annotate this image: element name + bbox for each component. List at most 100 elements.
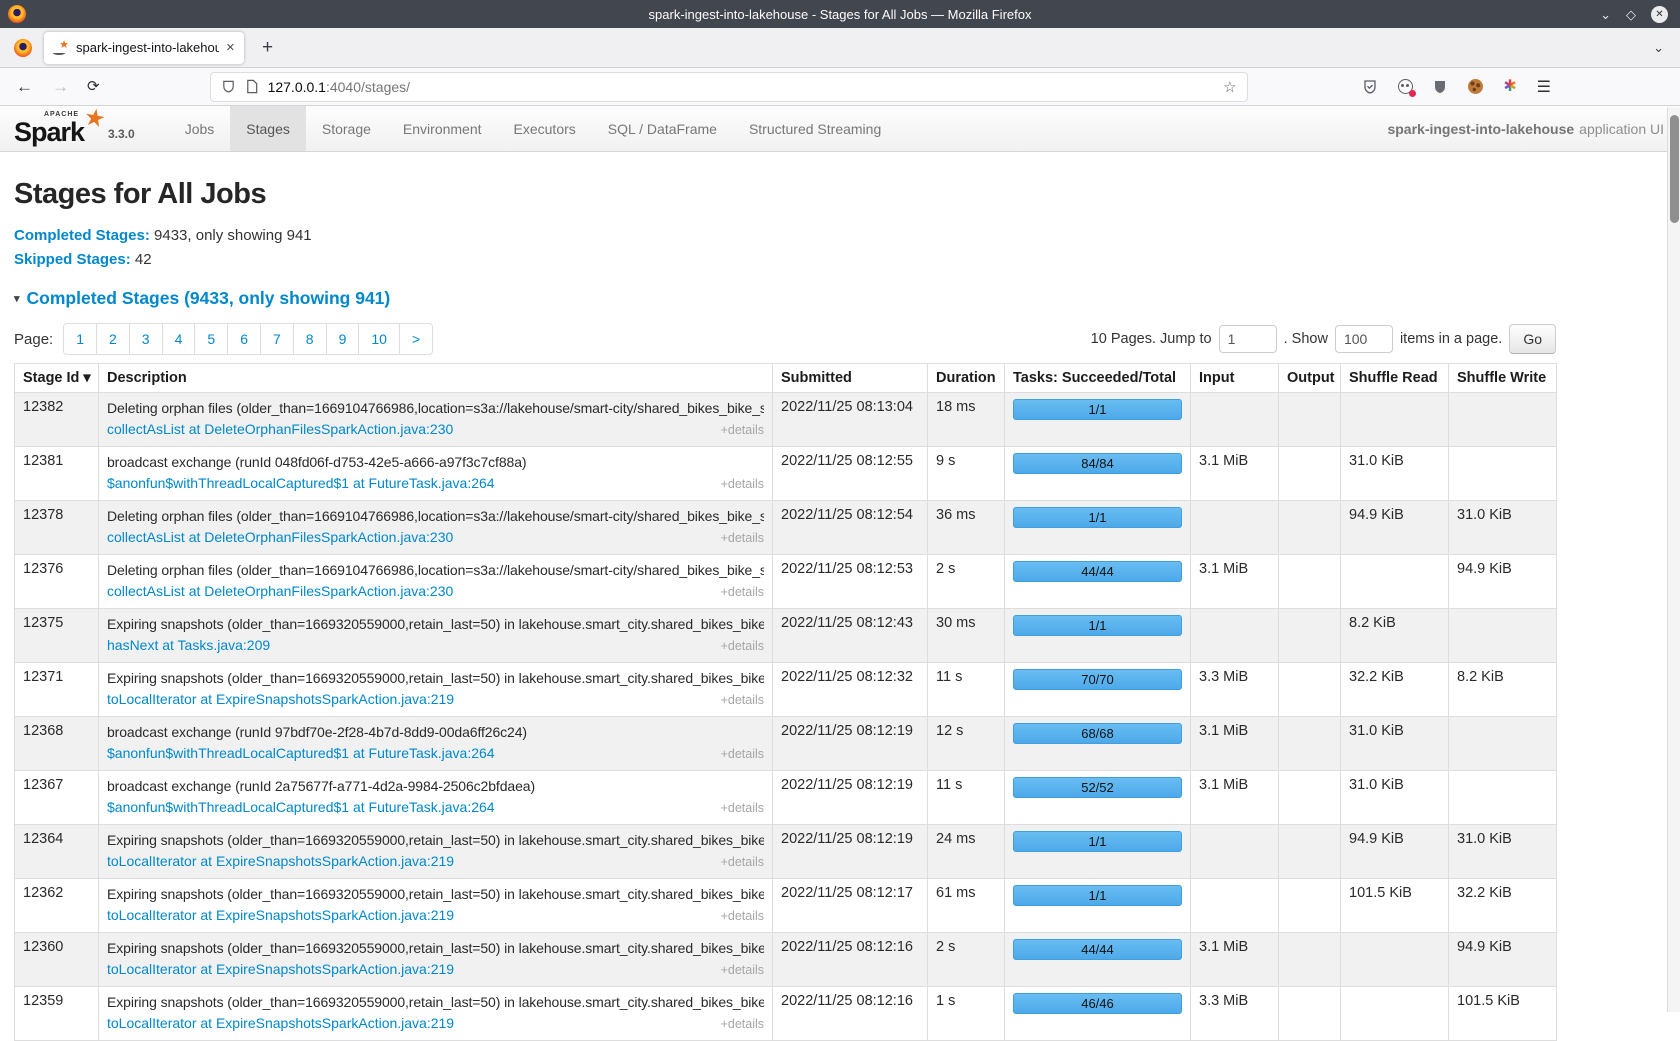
details-toggle[interactable]: +details xyxy=(721,474,764,494)
column-header-5[interactable]: Input xyxy=(1191,364,1279,393)
details-toggle[interactable]: +details xyxy=(721,420,764,440)
forward-button[interactable]: → xyxy=(52,78,69,95)
privacy-shield-check-icon[interactable] xyxy=(1362,78,1379,95)
ublock-shield-icon[interactable] xyxy=(1432,78,1449,95)
stage-detail-link[interactable]: toLocalIterator at ExpireSnapshotsSparkA… xyxy=(107,689,454,709)
cookie-extension-icon[interactable] xyxy=(1467,78,1484,95)
page-button-5[interactable]: 5 xyxy=(194,323,228,355)
page-button-7[interactable]: 7 xyxy=(260,323,294,355)
column-header-1[interactable]: Description xyxy=(99,364,773,393)
details-toggle[interactable]: +details xyxy=(721,744,764,764)
input-cell xyxy=(1191,393,1279,447)
skipped-stages-link[interactable]: Skipped Stages: xyxy=(14,251,131,268)
details-toggle[interactable]: +details xyxy=(721,636,764,656)
tab-overflow-chevron-icon[interactable]: ⌄ xyxy=(1653,40,1664,56)
menu-icon[interactable]: ☰ xyxy=(1537,77,1551,97)
nav-tab-storage[interactable]: Storage xyxy=(306,106,387,151)
window-close-button[interactable]: ✕ xyxy=(1651,6,1668,23)
nav-tab-sql-dataframe[interactable]: SQL / DataFrame xyxy=(592,106,733,151)
nav-tab-structured-streaming[interactable]: Structured Streaming xyxy=(733,106,897,151)
output-cell xyxy=(1279,717,1341,771)
jump-to-page-input[interactable] xyxy=(1219,325,1277,353)
items-label: items in a page. xyxy=(1400,331,1502,347)
stage-detail-link[interactable]: $anonfun$withThreadLocalCaptured$1 at Fu… xyxy=(107,743,495,763)
url-bar[interactable]: 127.0.0.1:4040/stages/ ☆ xyxy=(210,72,1248,102)
tasks-cell: 1/1 xyxy=(1005,879,1191,933)
tasks-cell: 44/44 xyxy=(1005,555,1191,609)
column-header-7[interactable]: Shuffle Read xyxy=(1341,364,1449,393)
stage-description: Deleting orphan files (older_than=166910… xyxy=(107,399,764,418)
shuffle-write-cell xyxy=(1449,771,1557,825)
details-toggle[interactable]: +details xyxy=(721,582,764,602)
scrollbar-thumb[interactable] xyxy=(1670,115,1679,223)
stage-detail-link[interactable]: toLocalIterator at ExpireSnapshotsSparkA… xyxy=(107,851,454,871)
stage-detail-link[interactable]: collectAsList at DeleteOrphanFilesSparkA… xyxy=(107,419,453,439)
tab-close-icon[interactable]: ✕ xyxy=(226,41,235,54)
nav-tab-executors[interactable]: Executors xyxy=(498,106,592,151)
submitted-cell: 2022/11/25 08:12:55 xyxy=(773,447,928,501)
page-button-2[interactable]: 2 xyxy=(96,323,130,355)
column-header-2[interactable]: Submitted xyxy=(773,364,928,393)
stage-id-cell: 12382 xyxy=(15,393,99,447)
column-header-4[interactable]: Tasks: Succeeded/Total xyxy=(1005,364,1191,393)
back-button[interactable]: ← xyxy=(16,78,33,95)
firefox-view-button[interactable] xyxy=(14,39,32,57)
bookmark-star-icon[interactable]: ☆ xyxy=(1223,78,1236,96)
description-cell: Deleting orphan files (older_than=166910… xyxy=(99,555,773,609)
input-cell xyxy=(1191,879,1279,933)
details-toggle[interactable]: +details xyxy=(721,1014,764,1034)
details-toggle[interactable]: +details xyxy=(721,960,764,980)
details-toggle[interactable]: +details xyxy=(721,528,764,548)
stage-detail-link[interactable]: toLocalIterator at ExpireSnapshotsSparkA… xyxy=(107,1013,454,1033)
stage-detail-link[interactable]: toLocalIterator at ExpireSnapshotsSparkA… xyxy=(107,905,454,925)
stage-detail-link[interactable]: collectAsList at DeleteOrphanFilesSparkA… xyxy=(107,527,453,547)
show-label: . Show xyxy=(1284,331,1328,347)
nav-tab-environment[interactable]: Environment xyxy=(387,106,498,151)
nav-tab-stages[interactable]: Stages xyxy=(230,106,306,151)
shuffle-read-cell: 101.5 KiB xyxy=(1341,879,1449,933)
page-button-8[interactable]: 8 xyxy=(293,323,327,355)
page-button-1[interactable]: 1 xyxy=(63,323,97,355)
table-row: 12375 Expiring snapshots (older_than=166… xyxy=(15,609,1557,663)
column-header-6[interactable]: Output xyxy=(1279,364,1341,393)
mask-extension-icon[interactable] xyxy=(1397,78,1414,95)
column-header-8[interactable]: Shuffle Write xyxy=(1449,364,1557,393)
page-button-9[interactable]: 9 xyxy=(326,323,360,355)
column-header-3[interactable]: Duration xyxy=(928,364,1005,393)
vertical-scrollbar[interactable] xyxy=(1667,107,1680,1012)
multicolor-asterisk-extension-icon[interactable]: ✱ xyxy=(1502,78,1519,95)
stage-detail-link[interactable]: $anonfun$withThreadLocalCaptured$1 at Fu… xyxy=(107,797,495,817)
details-toggle[interactable]: +details xyxy=(721,798,764,818)
page-button-4[interactable]: 4 xyxy=(162,323,196,355)
completed-stages-link[interactable]: Completed Stages: xyxy=(14,227,150,244)
shuffle-read-cell xyxy=(1341,555,1449,609)
stage-detail-link[interactable]: $anonfun$withThreadLocalCaptured$1 at Fu… xyxy=(107,473,495,493)
page-button-6[interactable]: 6 xyxy=(227,323,261,355)
details-toggle[interactable]: +details xyxy=(721,690,764,710)
stage-detail-link[interactable]: hasNext at Tasks.java:209 xyxy=(107,635,270,655)
column-header-0[interactable]: Stage Id ▾ xyxy=(15,364,99,393)
output-cell xyxy=(1279,987,1341,1041)
stage-detail-link[interactable]: collectAsList at DeleteOrphanFilesSparkA… xyxy=(107,581,453,601)
page-next-button[interactable]: > xyxy=(399,323,433,355)
stage-id-cell: 12360 xyxy=(15,933,99,987)
page-button-3[interactable]: 3 xyxy=(129,323,163,355)
browser-tab[interactable]: ★ spark-ingest-into-lakehous ✕ xyxy=(44,32,244,64)
new-tab-button[interactable]: + xyxy=(262,37,273,59)
duration-cell: 11 s xyxy=(928,771,1005,825)
shuffle-write-cell: 31.0 KiB xyxy=(1449,501,1557,555)
details-toggle[interactable]: +details xyxy=(721,906,764,926)
page-button-10[interactable]: 10 xyxy=(358,323,400,355)
nav-tab-jobs[interactable]: Jobs xyxy=(169,106,231,151)
output-cell xyxy=(1279,555,1341,609)
stage-detail-link[interactable]: toLocalIterator at ExpireSnapshotsSparkA… xyxy=(107,959,454,979)
items-per-page-input[interactable] xyxy=(1335,325,1393,353)
page-info-icon[interactable] xyxy=(245,79,259,94)
reload-button[interactable]: ⟳ xyxy=(87,79,100,94)
window-minimize-button[interactable]: ⌄ xyxy=(1600,8,1611,21)
shield-icon[interactable] xyxy=(221,79,236,94)
go-button[interactable]: Go xyxy=(1509,324,1556,354)
completed-stages-section-toggle[interactable]: ▾ Completed Stages (9433, only showing 9… xyxy=(14,288,1680,309)
details-toggle[interactable]: +details xyxy=(721,852,764,872)
window-maximize-button[interactable]: ◇ xyxy=(1626,8,1636,21)
